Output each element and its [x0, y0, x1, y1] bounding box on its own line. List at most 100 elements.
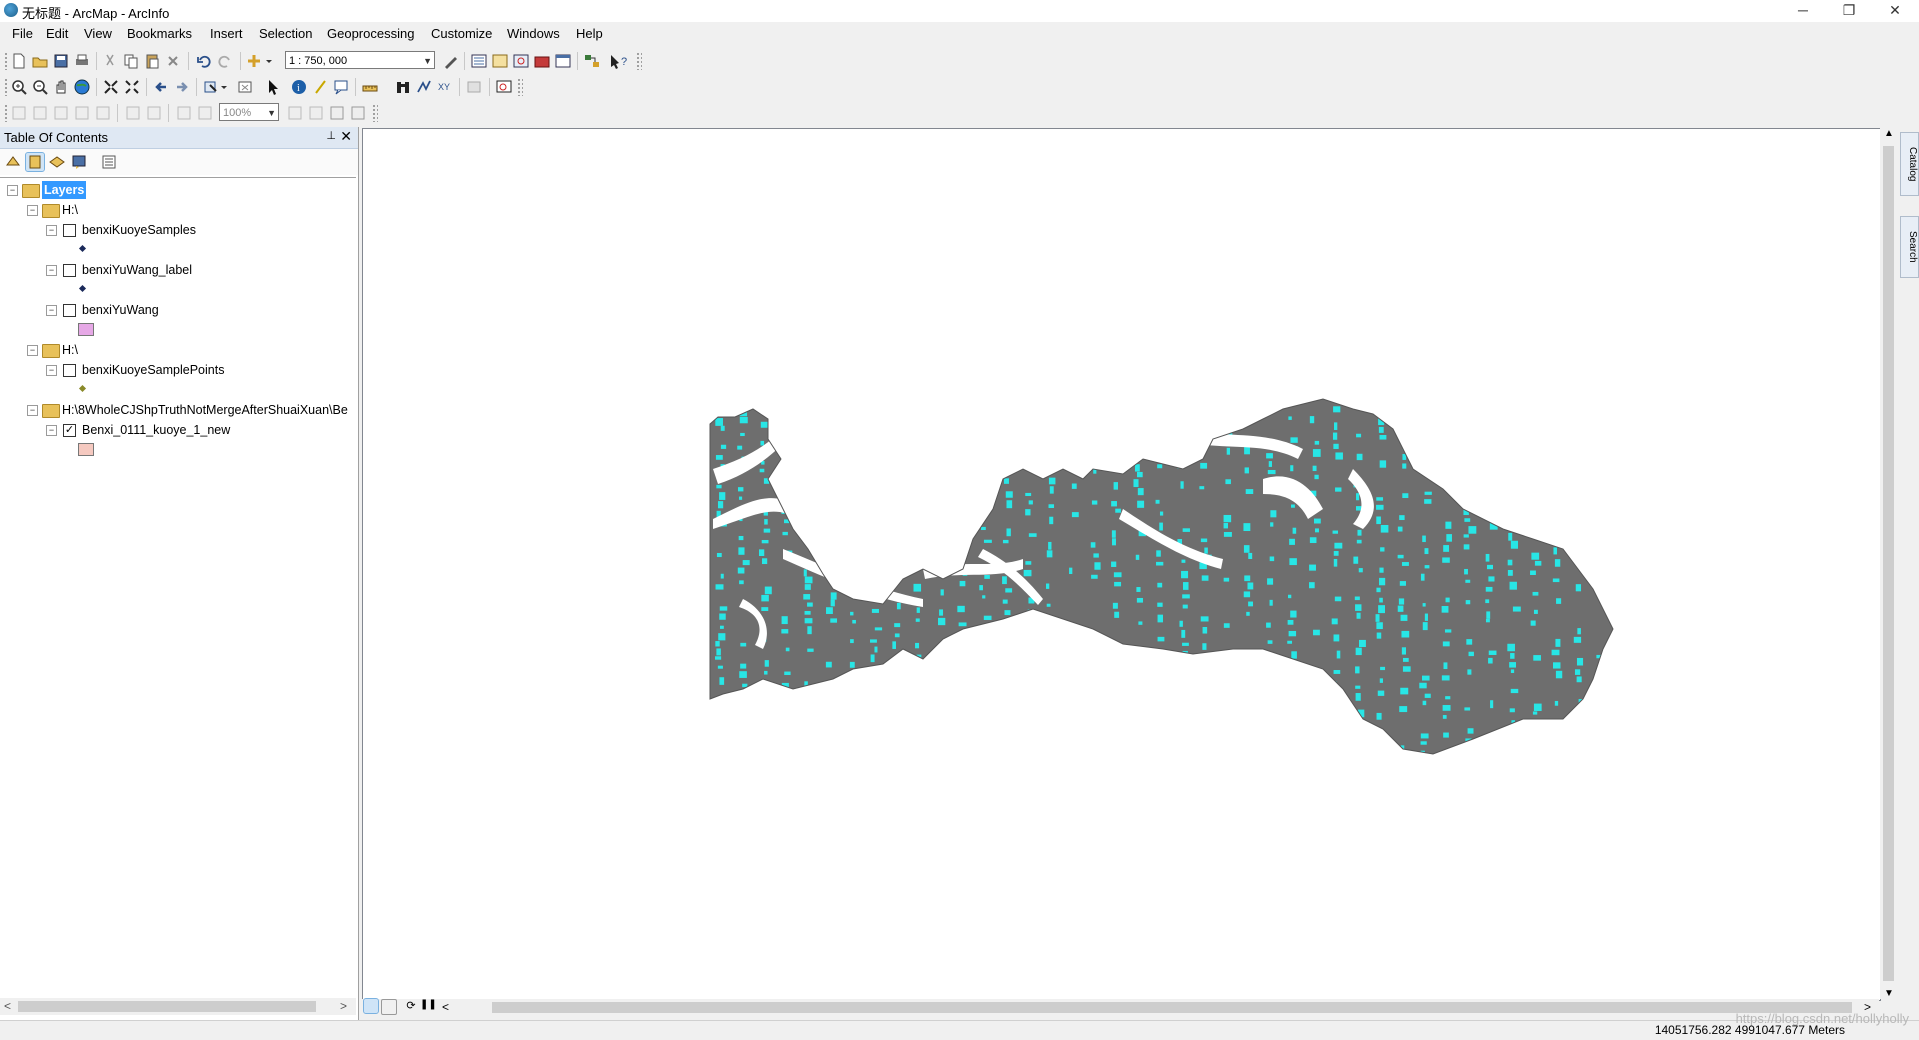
- zoom-in-icon[interactable]: [10, 78, 28, 96]
- full-extent-globe-icon[interactable]: [73, 78, 91, 96]
- scroll-left-icon[interactable]: <: [442, 1000, 449, 1014]
- map-data-view[interactable]: [362, 128, 1881, 1001]
- zoom-whole-page-icon[interactable]: [73, 104, 91, 122]
- toggle-draft-mode-icon[interactable]: [286, 104, 304, 122]
- layer-name[interactable]: benxiKuoyeSamplePoints: [82, 361, 224, 379]
- measure-icon[interactable]: [361, 78, 379, 96]
- folder-group[interactable]: − H:\8WholeCJShpTruthNotMergeAfterShuaiX…: [0, 401, 354, 419]
- pause-drawing-icon[interactable]: ❚❚: [420, 999, 437, 1013]
- collapse-icon[interactable]: −: [27, 345, 38, 356]
- cut-icon[interactable]: [101, 52, 119, 70]
- menu-insert[interactable]: Insert: [208, 26, 245, 41]
- folder-group[interactable]: − H:\: [0, 341, 340, 359]
- collapse-icon[interactable]: −: [27, 205, 38, 216]
- new-document-icon[interactable]: [10, 52, 28, 70]
- zoom-out-icon[interactable]: [31, 78, 49, 96]
- data-frame-layers[interactable]: − Layers: [0, 181, 200, 199]
- layer-name[interactable]: benxiYuWang_label: [82, 261, 192, 279]
- list-by-visibility-icon[interactable]: [48, 153, 66, 171]
- go-to-xy-icon[interactable]: XY: [436, 78, 454, 96]
- table-of-contents-window-icon[interactable]: [470, 52, 488, 70]
- catalog-tab[interactable]: Catalog: [1900, 132, 1919, 196]
- create-viewer-window-icon[interactable]: [495, 78, 513, 96]
- arctoolbox-icon[interactable]: [533, 52, 551, 70]
- minimize-button[interactable]: ─: [1780, 0, 1826, 22]
- list-by-drawing-order-icon[interactable]: [4, 153, 22, 171]
- python-window-icon[interactable]: [554, 52, 572, 70]
- refresh-view-icon[interactable]: ⟳: [404, 999, 418, 1013]
- toolbar-options-icon[interactable]: [517, 78, 523, 96]
- toolbar-gripper[interactable]: [4, 78, 8, 96]
- collapse-icon[interactable]: −: [27, 405, 38, 416]
- search-tab[interactable]: Search: [1900, 216, 1919, 278]
- whats-this-help-icon[interactable]: ?: [608, 52, 632, 70]
- scrollbar-thumb[interactable]: [1883, 146, 1894, 981]
- folder-path-label[interactable]: H:\8WholeCJShpTruthNotMergeAfterShuaiXua…: [62, 401, 348, 419]
- map-scale-combo[interactable]: 1 : 750, 000 ▼: [285, 51, 435, 69]
- layer-name[interactable]: Benxi_0111_kuoye_1_new: [82, 421, 230, 439]
- layer-visibility-checkbox[interactable]: [63, 224, 76, 237]
- toolbar-gripper[interactable]: [4, 52, 8, 70]
- layout-pan-icon[interactable]: [52, 104, 70, 122]
- layer-item[interactable]: − benxiKuoyeSamplePoints: [0, 361, 340, 379]
- menu-geoprocessing[interactable]: Geoprocessing: [325, 26, 416, 41]
- list-by-source-icon[interactable]: [25, 152, 45, 172]
- go-back-icon[interactable]: [152, 78, 170, 96]
- menu-edit[interactable]: Edit: [44, 26, 70, 41]
- layout-zoom-in-icon[interactable]: [10, 104, 28, 122]
- layer-visibility-checkbox[interactable]: [63, 364, 76, 377]
- editor-toolbar-icon[interactable]: [442, 52, 460, 70]
- html-popup-icon[interactable]: [332, 78, 350, 96]
- map-canvas[interactable]: [363, 129, 1880, 1000]
- layer-item[interactable]: − benxiKuoyeSamples: [0, 221, 340, 239]
- layout-back-icon[interactable]: [175, 104, 193, 122]
- copy-icon[interactable]: [122, 52, 140, 70]
- scrollbar-thumb[interactable]: [492, 1002, 1852, 1013]
- scroll-up-icon[interactable]: ▲: [1884, 128, 1894, 139]
- menu-selection[interactable]: Selection: [257, 26, 314, 41]
- time-slider-icon[interactable]: [465, 78, 483, 96]
- collapse-icon[interactable]: −: [46, 225, 57, 236]
- redo-icon[interactable]: [216, 52, 234, 70]
- folder-path-label[interactable]: H:\: [62, 341, 78, 359]
- layer-name[interactable]: benxiKuoyeSamples: [82, 221, 196, 239]
- close-button[interactable]: ✕: [1872, 0, 1918, 22]
- paste-icon[interactable]: [143, 52, 161, 70]
- zoom-100-percent-icon[interactable]: [94, 104, 112, 122]
- pan-hand-icon[interactable]: [52, 78, 70, 96]
- layer-item[interactable]: − ✓ Benxi_0111_kuoye_1_new: [0, 421, 340, 439]
- layer-item[interactable]: − benxiYuWang_label: [0, 261, 340, 279]
- find-route-icon[interactable]: [415, 78, 433, 96]
- map-vertical-scrollbar[interactable]: ▲ ▼: [1880, 128, 1897, 999]
- collapse-icon[interactable]: −: [46, 305, 57, 316]
- toc-close-icon[interactable]: ✕: [340, 128, 352, 145]
- menu-view[interactable]: View: [82, 26, 114, 41]
- toolbar-options-icon[interactable]: [636, 52, 642, 70]
- fixed-zoom-in-layout-icon[interactable]: [124, 104, 142, 122]
- toolbar-options-icon[interactable]: [372, 104, 378, 122]
- scrollbar-thumb[interactable]: [18, 1001, 316, 1012]
- layout-zoom-combo[interactable]: 100% ▼: [219, 103, 279, 121]
- toc-horizontal-scrollbar[interactable]: < >: [0, 998, 356, 1015]
- go-forward-icon[interactable]: [173, 78, 191, 96]
- scroll-right-icon[interactable]: >: [340, 998, 347, 1015]
- clear-selection-icon[interactable]: [236, 78, 254, 96]
- folder-group[interactable]: − H:\: [0, 201, 340, 219]
- search-window-icon[interactable]: [512, 52, 530, 70]
- collapse-icon[interactable]: −: [46, 265, 57, 276]
- collapse-icon[interactable]: −: [46, 365, 57, 376]
- toc-options-icon[interactable]: [100, 153, 118, 171]
- focus-data-frame-icon[interactable]: [307, 104, 325, 122]
- menu-bookmarks[interactable]: Bookmarks: [125, 26, 194, 41]
- select-features-icon[interactable]: [202, 78, 230, 96]
- layer-name[interactable]: benxiYuWang: [82, 301, 159, 319]
- fixed-zoom-in-icon[interactable]: [102, 78, 120, 96]
- fixed-zoom-out-icon[interactable]: [123, 78, 141, 96]
- menu-customize[interactable]: Customize: [429, 26, 494, 41]
- change-layout-icon[interactable]: [328, 104, 346, 122]
- collapse-icon[interactable]: −: [46, 425, 57, 436]
- layer-item[interactable]: − benxiYuWang: [0, 301, 340, 319]
- folder-path-label[interactable]: H:\: [62, 201, 78, 219]
- menu-file[interactable]: File: [10, 26, 35, 41]
- print-icon[interactable]: [73, 52, 91, 70]
